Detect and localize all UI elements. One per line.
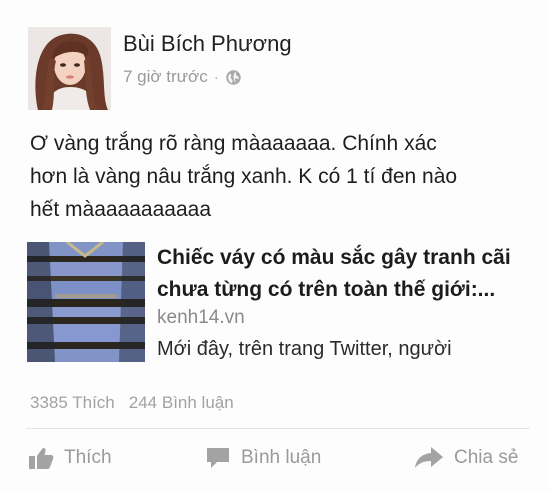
post-time[interactable]: 7 giờ trước — [123, 67, 208, 87]
action-bar: Thích Bình luận Chia sẻ — [0, 438, 550, 482]
globe-icon[interactable] — [225, 69, 242, 86]
thumbs-up-icon — [29, 447, 54, 469]
post-text: Ơ vàng trắng rõ ràng màaaaaaa. Chính xác… — [30, 127, 530, 226]
link-preview[interactable]: Chiếc váy có màu sắc gây tranh cãi chưa … — [27, 242, 527, 364]
comment-count[interactable]: 244 Bình luận — [129, 393, 234, 413]
comment-label: Bình luận — [241, 447, 322, 468]
author-name[interactable]: Bùi Bích Phương — [123, 31, 292, 57]
comment-button[interactable]: Bình luận — [205, 446, 321, 470]
link-description: Mới đây, trên trang Twitter, người — [157, 338, 452, 360]
link-title-line: Chiếc váy có màu sắc gây tranh cãi — [157, 246, 511, 269]
link-domain: kenh14.vn — [157, 307, 245, 328]
post-text-line: hơn là vàng nâu trắng xanh. K có 1 tí đe… — [30, 165, 458, 188]
share-label: Chia sẻ — [454, 447, 519, 468]
share-arrow-icon — [415, 447, 443, 468]
link-title-line: chưa từng có trên toàn thế giới:... — [157, 278, 496, 301]
post-text-line: Ơ vàng trắng rõ ràng màaaaaaa. Chính xác — [30, 132, 437, 155]
avatar-photo — [28, 27, 111, 110]
share-button[interactable]: Chia sẻ — [414, 446, 518, 470]
comment-icon — [207, 448, 229, 468]
like-label: Thích — [64, 447, 112, 468]
dress-photo — [27, 242, 145, 362]
facebook-post-card: Bùi Bích Phương 7 giờ trước · Ơ vàng trắ… — [0, 0, 550, 493]
link-title[interactable]: Chiếc váy có màu sắc gây tranh cãi chưa … — [157, 242, 527, 306]
divider — [26, 428, 530, 429]
author-avatar[interactable] — [28, 27, 111, 110]
like-count[interactable]: 3385 Thích — [30, 393, 115, 413]
post-stats: 3385 Thích 244 Bình luận — [30, 393, 234, 413]
post-text-line: hết màaaaaaaaaaa — [30, 198, 211, 221]
meta-separator: · — [213, 68, 219, 86]
post-meta: 7 giờ trước · — [123, 67, 242, 87]
link-thumbnail[interactable] — [27, 242, 145, 362]
like-button[interactable]: Thích — [28, 446, 112, 470]
